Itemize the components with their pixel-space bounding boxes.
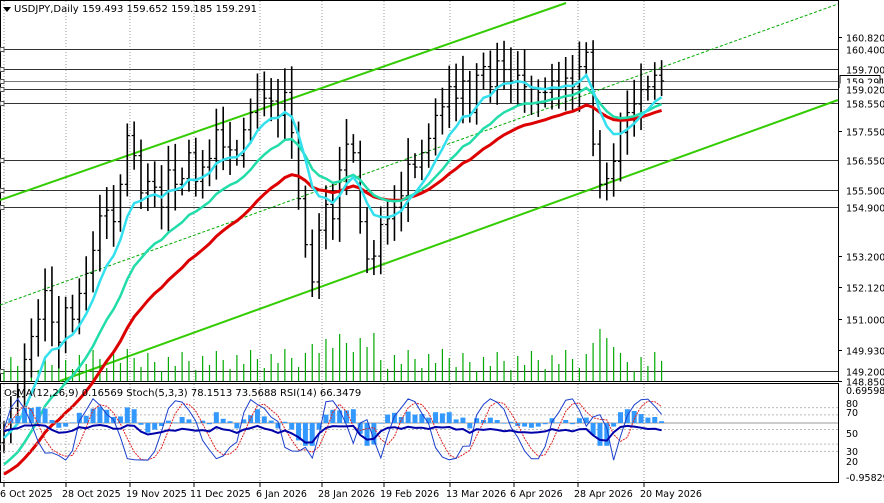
- level-handle: [0, 47, 5, 52]
- price-tick-label: 152.120: [846, 284, 884, 295]
- price-level-label: 159.700: [846, 66, 884, 77]
- time-label: 19 Feb 2026: [380, 489, 439, 500]
- time-label: 28 Apr 2026: [574, 489, 633, 500]
- osc-scale-label: -0.95829: [846, 473, 884, 484]
- time-axis: 6 Oct 2025 28 Oct 2025 19 Nov 2025 11 Dec 2…: [0, 483, 702, 500]
- ohlc-values: 159.493 159.652 159.185 159.291: [82, 4, 257, 15]
- level-handle: [0, 158, 5, 163]
- level-handle: [0, 79, 5, 84]
- level-handle: [0, 101, 5, 106]
- time-label: 19 Nov 2025: [126, 489, 187, 500]
- time-label: 11 Dec 2025: [190, 489, 251, 500]
- price-level-label: 160.400: [846, 46, 884, 57]
- price-tick-label: 160.820: [846, 34, 884, 45]
- level-handle: [0, 205, 5, 210]
- level-handle: [0, 87, 5, 92]
- level-handle: [0, 67, 5, 72]
- osc-scale-label: 20: [846, 457, 858, 468]
- time-label: 20 May 2026: [640, 489, 702, 500]
- time-label: 13 Mar 2026: [446, 489, 506, 500]
- level-handle: [0, 188, 5, 193]
- price-level-label: 159.020: [846, 86, 884, 97]
- price-tick-label: 153.200: [846, 253, 884, 264]
- time-label: 6 Jan 2026: [256, 489, 307, 500]
- price-tick-label: 149.930: [846, 347, 884, 358]
- osc-scale-label: 0.69598: [846, 386, 884, 397]
- price-level-label: 155.500: [846, 187, 884, 198]
- price-axis: 160.400159.700159.291159.020158.550156.5…: [838, 34, 884, 484]
- price-tick-label: 157.550: [846, 128, 884, 139]
- oscillator-legend: OsMA(12,26,9) 0.16569 Stoch(5,3,3) 78.15…: [4, 388, 361, 399]
- price-level-label: 156.550: [846, 157, 884, 168]
- time-label: 28 Oct 2025: [62, 489, 121, 500]
- price-level-label: 154.900: [846, 204, 884, 215]
- osc-scale-label: 70: [846, 408, 858, 419]
- usdjpy-daily-chart[interactable]: 160.400159.700159.291159.020158.550156.5…: [0, 0, 884, 503]
- price-tick-label: 151.000: [846, 316, 884, 327]
- time-label: 28 Jan 2026: [318, 489, 375, 500]
- price-level-label: 158.550: [846, 100, 884, 111]
- time-label: 6 Oct 2025: [0, 489, 53, 500]
- osc-scale-label: 50: [846, 429, 858, 440]
- time-label: 6 Apr 2026: [510, 489, 563, 500]
- symbol-timeframe: USDJPY,Daily: [14, 4, 79, 15]
